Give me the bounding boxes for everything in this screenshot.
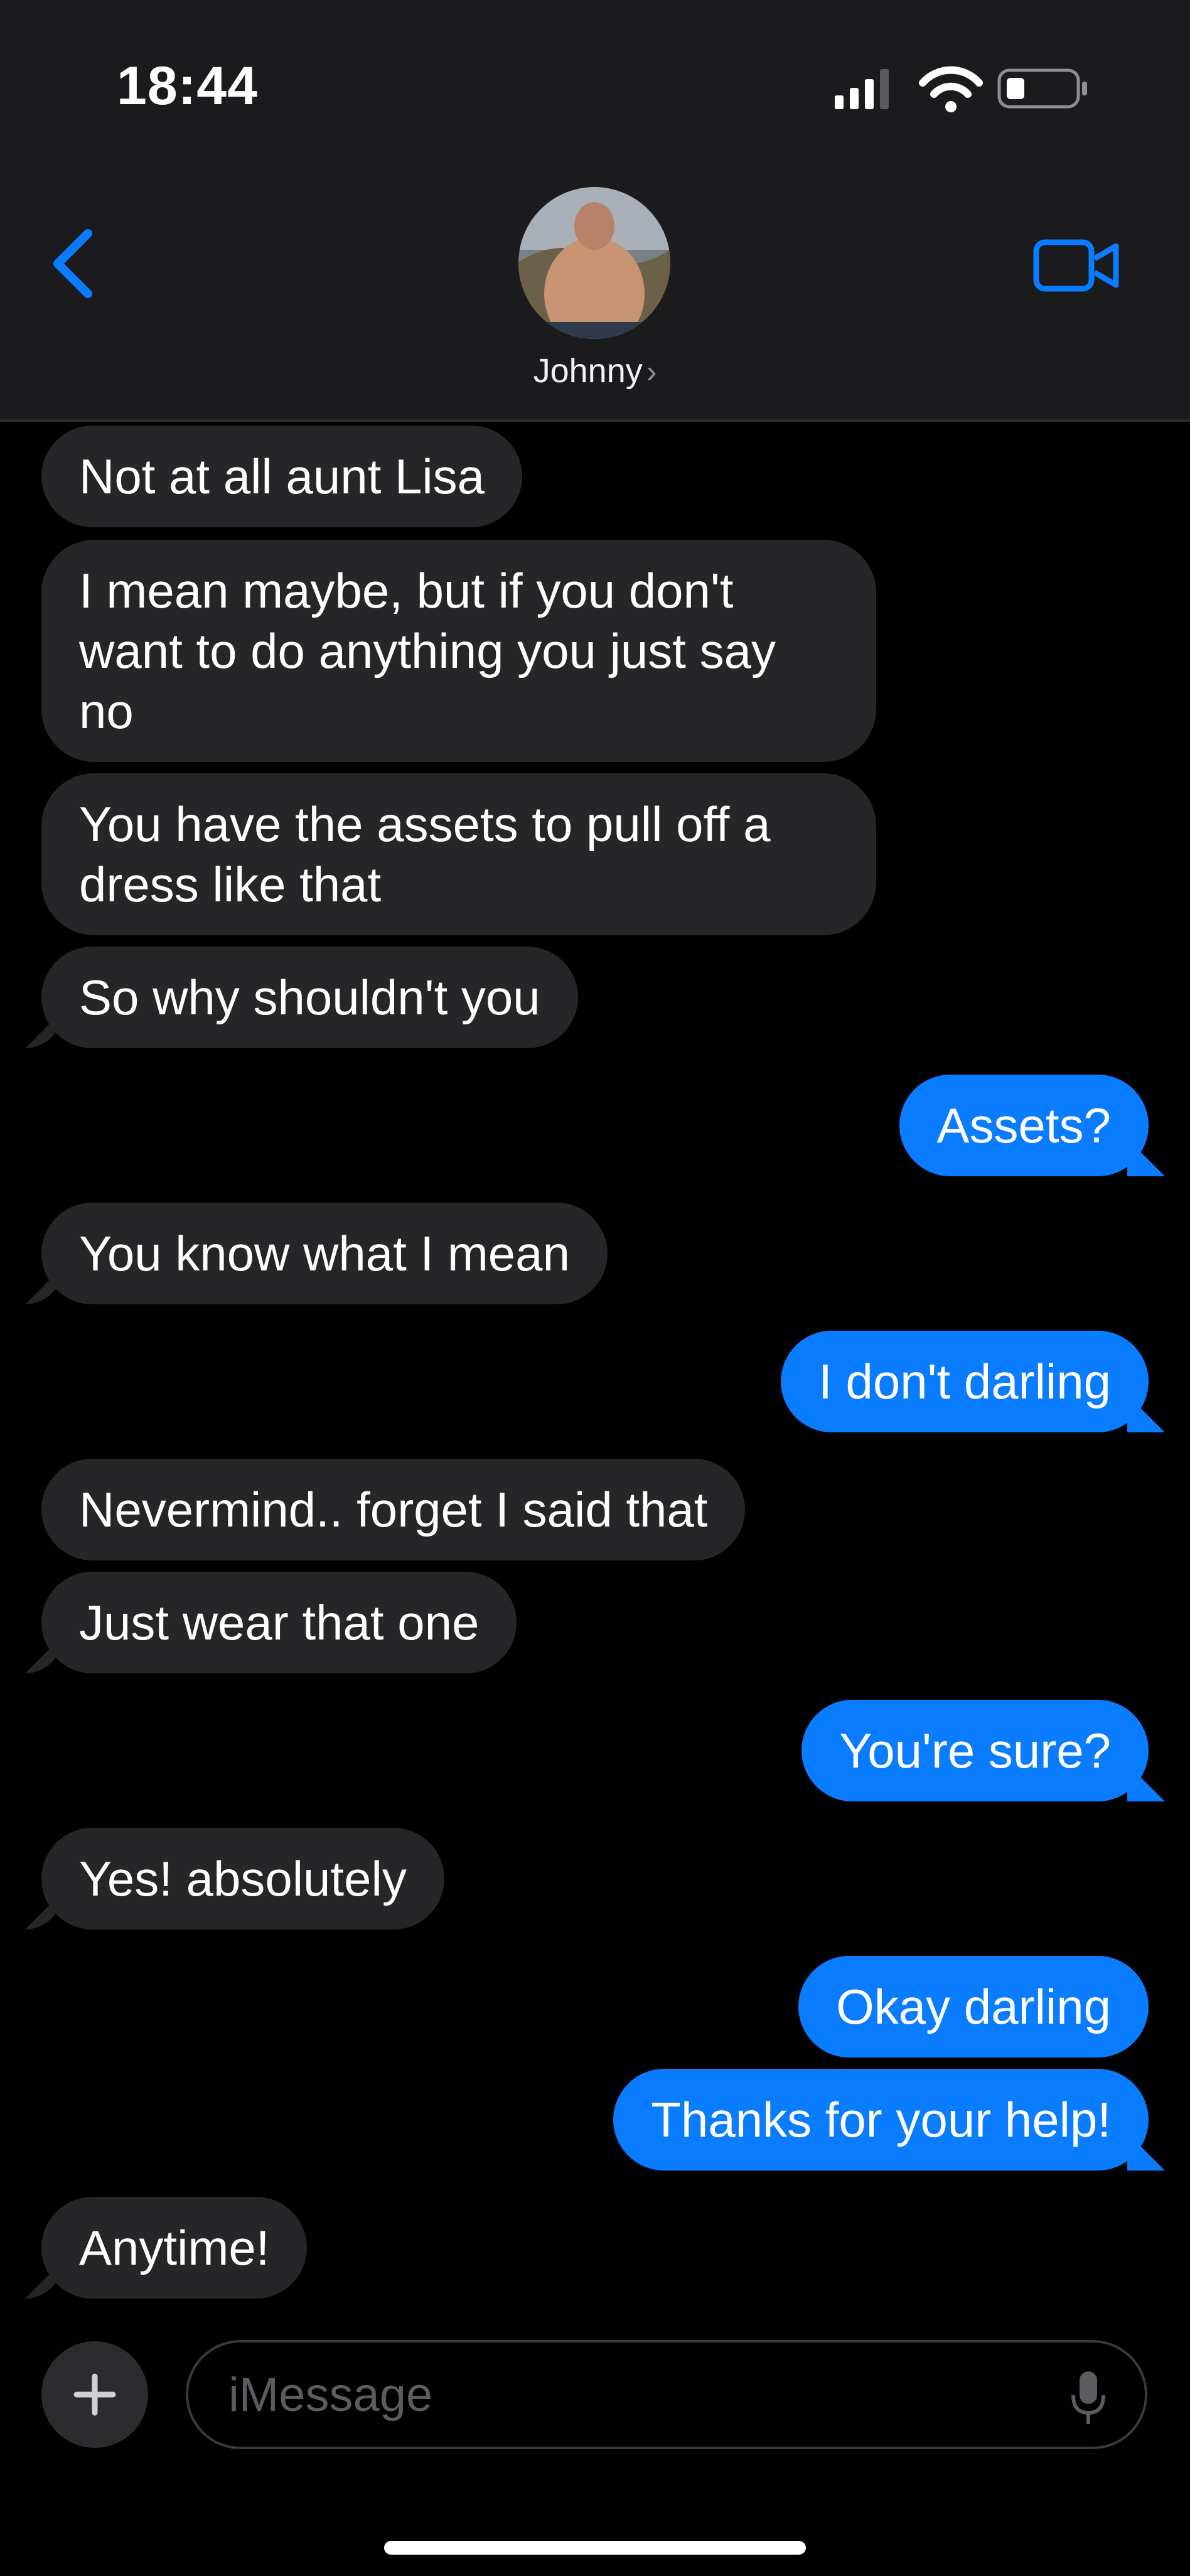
back-chevron-icon[interactable] (44, 226, 107, 301)
contact-avatar[interactable] (518, 187, 670, 339)
status-icons (835, 66, 1087, 112)
contact-name[interactable]: Johnny › (0, 352, 1190, 390)
message-outgoing[interactable]: Thanks for your help! (613, 2069, 1149, 2171)
signal-icon (835, 69, 889, 109)
status-time: 18:44 (117, 56, 258, 116)
chevron-right-icon: › (646, 354, 657, 389)
message-incoming[interactable]: I mean maybe, but if you don't want to d… (41, 540, 876, 762)
battery-icon (997, 68, 1087, 109)
add-attachment-button[interactable] (41, 2341, 148, 2448)
conversation-header: 18:44 Johnny › (0, 0, 1190, 422)
message-input[interactable]: iMessage (186, 2340, 1147, 2449)
contact-name-label: Johnny (533, 352, 643, 390)
message-incoming[interactable]: You have the assets to pull off a dress … (41, 773, 876, 935)
message-outgoing[interactable]: You're sure? (801, 1700, 1149, 1801)
message-outgoing[interactable]: Okay darling (798, 1956, 1149, 2058)
message-incoming[interactable]: Not at all aunt Lisa (41, 426, 523, 527)
home-indicator[interactable] (384, 2541, 806, 2555)
message-incoming[interactable]: So why shouldn't you (41, 947, 578, 1048)
plus-icon (73, 2373, 116, 2416)
microphone-icon[interactable] (1069, 2370, 1107, 2427)
message-incoming[interactable]: You know what I mean (41, 1203, 608, 1304)
message-incoming[interactable]: Yes! absolutely (41, 1828, 444, 1929)
message-incoming[interactable]: Just wear that one (41, 1572, 517, 1673)
message-outgoing[interactable]: Assets? (899, 1075, 1149, 1176)
message-input-placeholder: iMessage (228, 2368, 433, 2422)
video-camera-icon[interactable] (1033, 237, 1121, 294)
message-incoming[interactable]: Anytime! (41, 2197, 308, 2299)
message-incoming[interactable]: Nevermind.. forget I said that (41, 1459, 746, 1560)
wifi-icon (919, 66, 983, 112)
message-outgoing[interactable]: I don't darling (781, 1331, 1149, 1432)
